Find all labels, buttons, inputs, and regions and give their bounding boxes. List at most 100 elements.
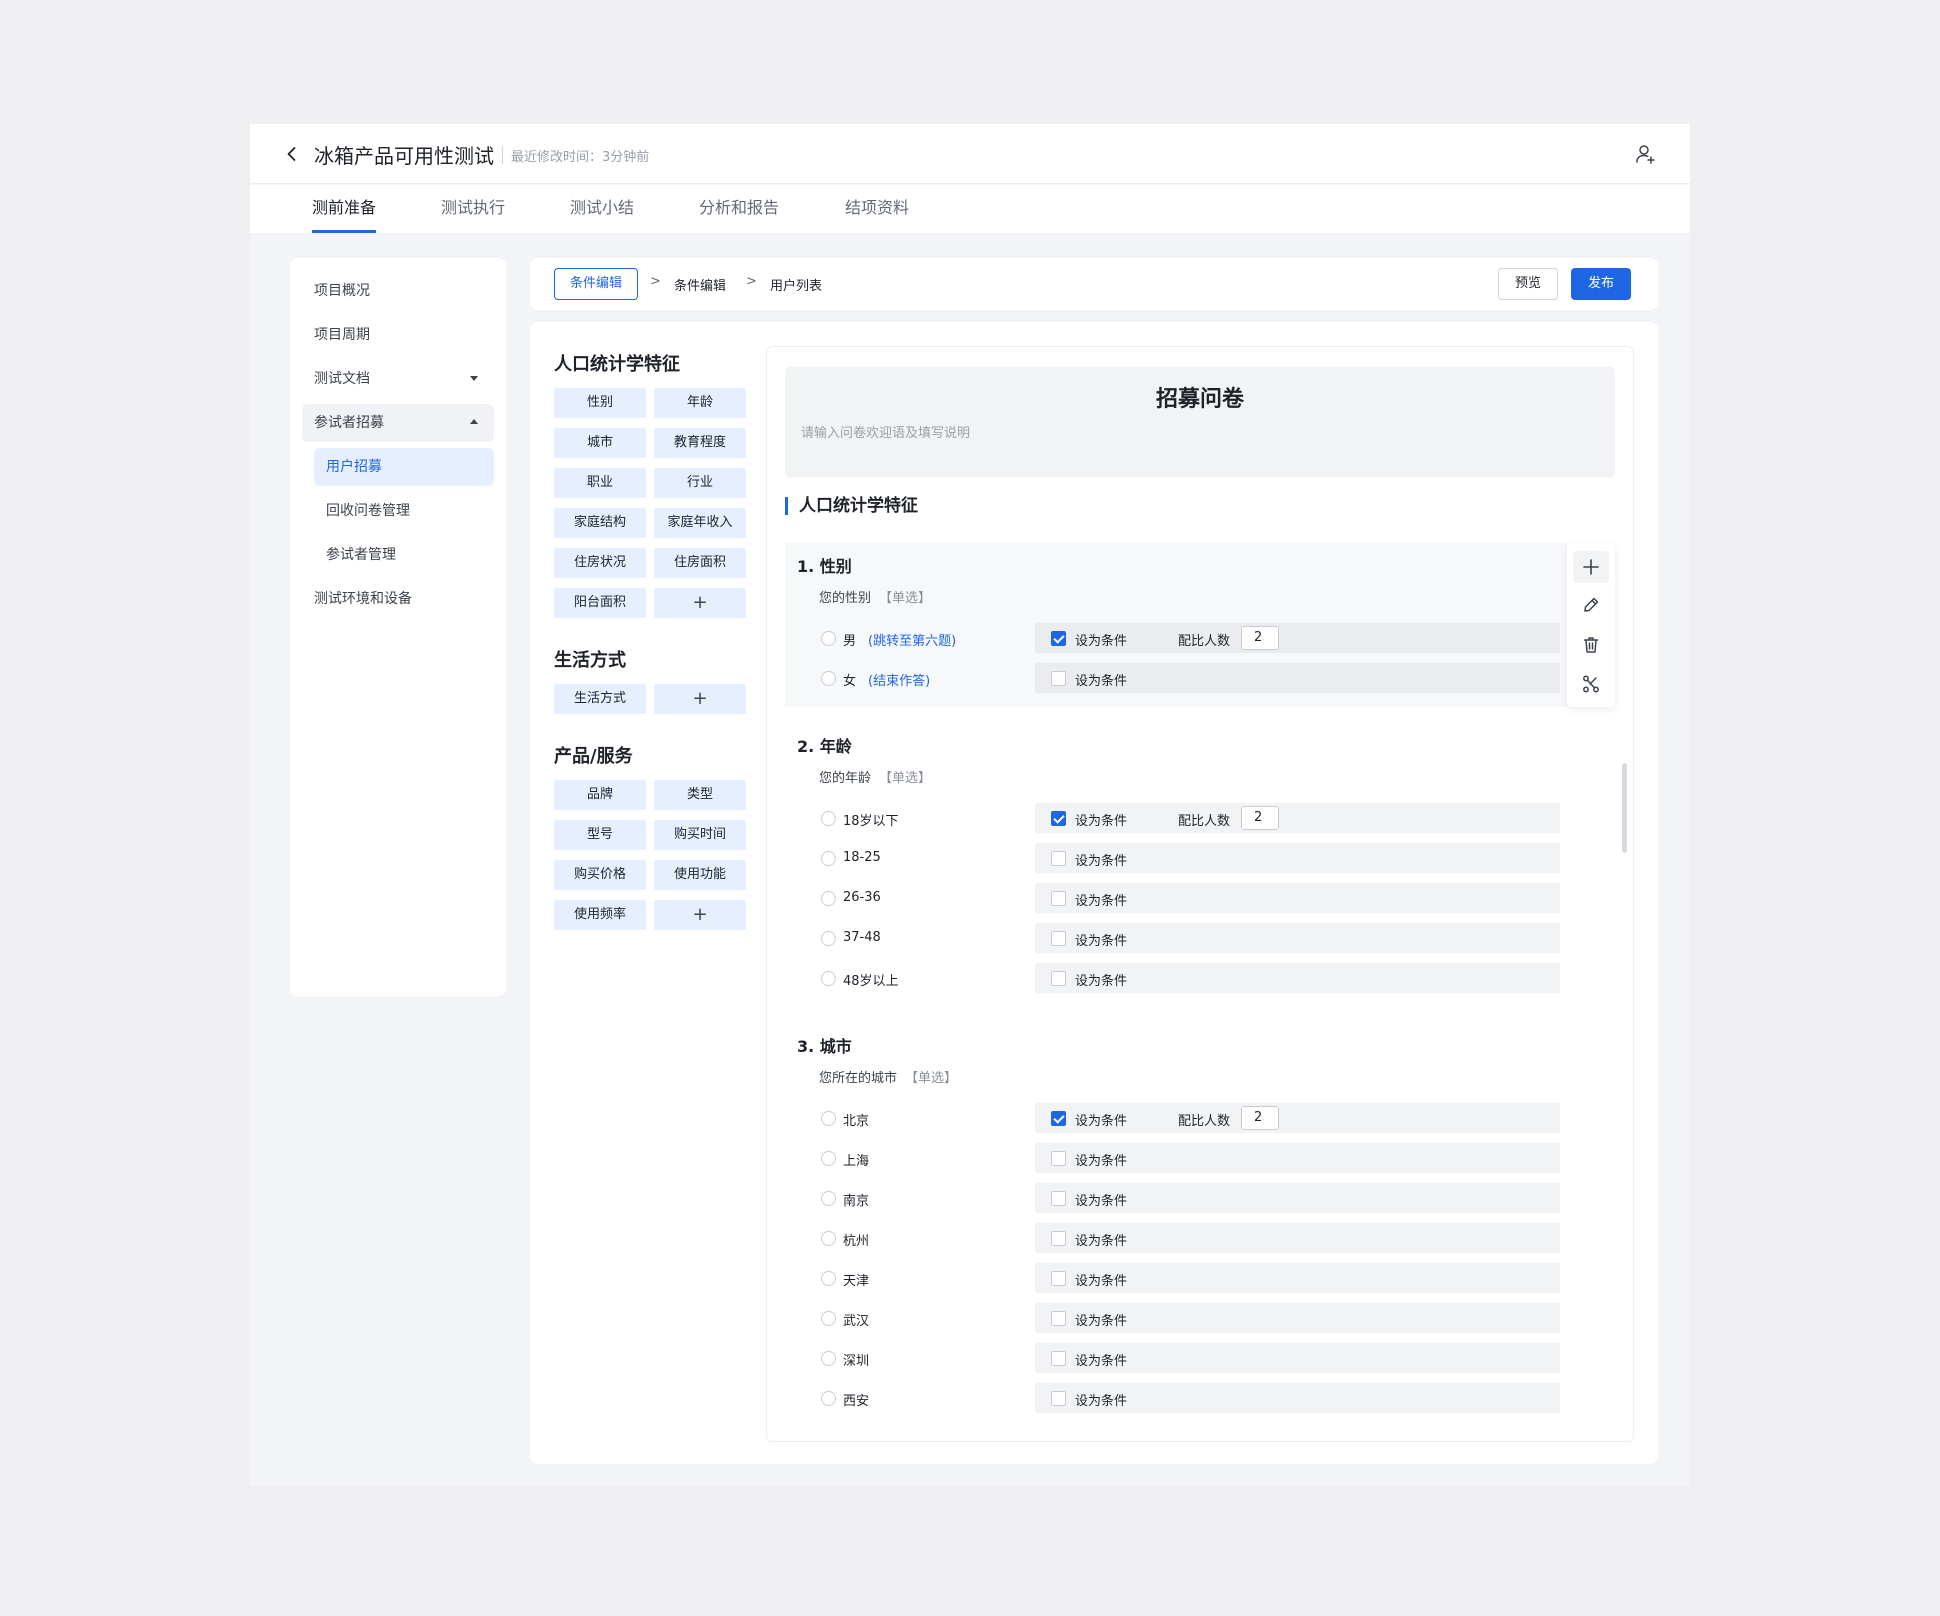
- option-radio[interactable]: [821, 931, 836, 946]
- trash-icon[interactable]: [1579, 633, 1603, 657]
- add-chip-button[interactable]: +: [654, 900, 746, 930]
- chip-model[interactable]: 型号: [554, 820, 646, 850]
- condition-checkbox[interactable]: [1051, 931, 1066, 946]
- option-radio[interactable]: [821, 1271, 836, 1286]
- chip-gender[interactable]: 性别: [554, 388, 646, 418]
- tab-analysis-report[interactable]: 分析和报告: [699, 185, 779, 233]
- sidebar-item-documents[interactable]: 测试文档: [302, 360, 494, 398]
- question-title: 3. 城市: [797, 1037, 852, 1056]
- condition-checkbox[interactable]: [1051, 1351, 1066, 1366]
- ratio-input[interactable]: 2: [1241, 1106, 1279, 1130]
- condition-checkbox[interactable]: [1051, 971, 1066, 986]
- chip-industry[interactable]: 行业: [654, 468, 746, 498]
- chip-age[interactable]: 年龄: [654, 388, 746, 418]
- ratio-input[interactable]: 2: [1241, 806, 1279, 830]
- condition-checkbox[interactable]: [1051, 1271, 1066, 1286]
- option-logic-link[interactable]: (结束作答): [868, 674, 930, 689]
- chip-housing-status[interactable]: 住房状况: [554, 548, 646, 578]
- add-chip-button[interactable]: +: [654, 684, 746, 714]
- option-label: 西安: [843, 1394, 870, 1409]
- condition-checkbox[interactable]: [1051, 1311, 1066, 1326]
- main-content: 人口统计学特征 性别 年龄 城市 教育程度 职业 行业 家庭结构 家庭年收入 住…: [530, 322, 1658, 1464]
- add-user-icon[interactable]: [1634, 143, 1656, 165]
- condition-label: 设为条件: [1075, 1114, 1128, 1129]
- option-label: 37-48: [843, 930, 881, 945]
- chip-usage-frequency[interactable]: 使用频率: [554, 900, 646, 930]
- chip-purchase-price[interactable]: 购买价格: [554, 860, 646, 890]
- option-radio[interactable]: [821, 1111, 836, 1126]
- tab-test-prep[interactable]: 测前准备: [312, 185, 377, 233]
- condition-checkbox[interactable]: [1051, 1391, 1066, 1406]
- breadcrumb-item-condition[interactable]: 条件编辑: [674, 275, 726, 294]
- condition-row: 设为条件: [1035, 843, 1560, 873]
- chip-purchase-time[interactable]: 购买时间: [654, 820, 746, 850]
- sidebar-item-recruitment[interactable]: 参试者招募: [302, 404, 494, 442]
- chip-features-used[interactable]: 使用功能: [654, 860, 746, 890]
- breadcrumb-current[interactable]: 条件编辑: [554, 268, 639, 300]
- chip-balcony-area[interactable]: 阳台面积: [554, 588, 646, 618]
- option-label: 深圳: [843, 1354, 870, 1369]
- question-text: 您所在的城市: [819, 1071, 898, 1086]
- tab-test-execution[interactable]: 测试执行: [441, 185, 505, 233]
- condition-checkbox[interactable]: [1051, 671, 1066, 686]
- tab-closing-materials[interactable]: 结项资料: [845, 185, 909, 233]
- sidebar-item-user-recruitment[interactable]: 用户招募: [314, 448, 494, 486]
- option-label: 北京: [843, 1114, 870, 1129]
- condition-checkbox[interactable]: [1051, 1151, 1066, 1166]
- sidebar-item-environment[interactable]: 测试环境和设备: [302, 580, 494, 618]
- branch-icon[interactable]: [1579, 672, 1603, 696]
- app-window: 冰箱产品可用性测试 最近修改时间：3分钟前 测前准备 测试执行 测试小结 分析和…: [250, 124, 1690, 1486]
- sidebar-item-overview[interactable]: 项目概况: [302, 272, 494, 310]
- chip-household-income[interactable]: 家庭年收入: [654, 508, 746, 538]
- add-chip-button[interactable]: +: [654, 588, 746, 618]
- publish-button[interactable]: 发布: [1571, 268, 1631, 300]
- option-radio[interactable]: [821, 671, 836, 686]
- condition-label: 设为条件: [1075, 634, 1128, 649]
- chip-brand[interactable]: 品牌: [554, 780, 646, 810]
- caret-down-icon: [470, 376, 478, 381]
- condition-checkbox[interactable]: [1051, 1191, 1066, 1206]
- edit-icon[interactable]: [1579, 593, 1603, 617]
- option-radio[interactable]: [821, 971, 836, 986]
- plus-icon[interactable]: [1573, 551, 1609, 583]
- condition-checkbox[interactable]: [1051, 1231, 1066, 1246]
- condition-checkbox[interactable]: [1051, 891, 1066, 906]
- option-radio[interactable]: [821, 1191, 836, 1206]
- top-tabs: 测前准备 测试执行 测试小结 分析和报告 结项资料: [250, 185, 1690, 233]
- condition-row: 设为条件: [1035, 1183, 1560, 1213]
- back-arrow-icon[interactable]: [284, 146, 300, 162]
- sidebar-item-schedule[interactable]: 项目周期: [302, 316, 494, 354]
- sidebar-item-questionnaire-mgmt[interactable]: 回收问卷管理: [314, 492, 494, 530]
- sidebar-item-participant-mgmt[interactable]: 参试者管理: [314, 536, 494, 574]
- scrollbar-thumb[interactable]: [1622, 763, 1627, 853]
- chip-housing-area[interactable]: 住房面积: [654, 548, 746, 578]
- option-radio[interactable]: [821, 891, 836, 906]
- chip-education[interactable]: 教育程度: [654, 428, 746, 458]
- option-radio[interactable]: [821, 1351, 836, 1366]
- option-label: 男 (跳转至第六题): [843, 634, 957, 649]
- ratio-label: 配比人数: [1178, 814, 1231, 829]
- option-logic-link[interactable]: (跳转至第六题): [868, 634, 956, 649]
- ratio-input[interactable]: 2: [1241, 626, 1279, 650]
- chip-type[interactable]: 类型: [654, 780, 746, 810]
- condition-checkbox[interactable]: [1051, 1111, 1066, 1126]
- option-radio[interactable]: [821, 631, 836, 646]
- chip-family-structure[interactable]: 家庭结构: [554, 508, 646, 538]
- option-radio[interactable]: [821, 1391, 836, 1406]
- breadcrumb-item-user-list[interactable]: 用户列表: [770, 275, 822, 294]
- condition-checkbox[interactable]: [1051, 811, 1066, 826]
- option-radio[interactable]: [821, 851, 836, 866]
- survey-header[interactable]: 招募问卷 请输入问卷欢迎语及填写说明: [785, 367, 1615, 477]
- option-radio[interactable]: [821, 1151, 836, 1166]
- preview-button[interactable]: 预览: [1498, 268, 1558, 300]
- option-radio[interactable]: [821, 1231, 836, 1246]
- option-radio[interactable]: [821, 811, 836, 826]
- condition-checkbox[interactable]: [1051, 851, 1066, 866]
- option-radio[interactable]: [821, 1311, 836, 1326]
- chip-occupation[interactable]: 职业: [554, 468, 646, 498]
- condition-checkbox[interactable]: [1051, 631, 1066, 646]
- chip-lifestyle[interactable]: 生活方式: [554, 684, 646, 714]
- condition-row: 设为条件: [1035, 663, 1560, 693]
- tab-test-summary[interactable]: 测试小结: [570, 185, 634, 233]
- chip-city[interactable]: 城市: [554, 428, 646, 458]
